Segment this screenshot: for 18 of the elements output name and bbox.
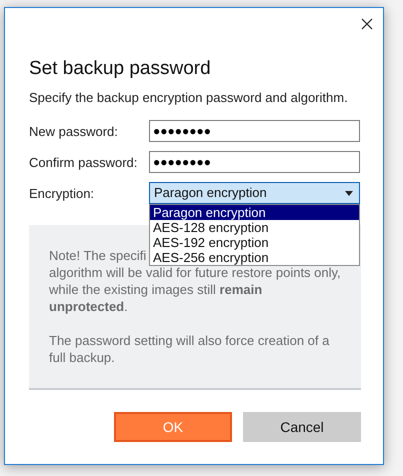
note-text: algorithm will be valid for future restore points only, while the existing images still remain unprotected. bbox=[49, 265, 341, 315]
dialog-title: Set backup password bbox=[29, 57, 212, 81]
password-field[interactable]: ●●●●●●●● bbox=[149, 120, 360, 142]
field-label: Encryption: bbox=[29, 186, 96, 200]
dropdown-option[interactable]: AES-192 encryption bbox=[150, 235, 359, 250]
cancel-button[interactable]: Cancel bbox=[243, 412, 361, 442]
caret-icon bbox=[345, 190, 353, 196]
dropdown-option[interactable]: AES-256 encryption bbox=[150, 250, 359, 265]
password-field[interactable]: ●●●●●●●● bbox=[149, 151, 360, 173]
dialog-description: Specify the backup encryption password and algorithm. bbox=[29, 90, 349, 105]
close-icon[interactable] bbox=[361, 18, 373, 30]
note-text: The password setting will also force creation of a full backup. bbox=[49, 332, 330, 366]
dropdown-option[interactable]: AES-128 encryption bbox=[150, 220, 359, 235]
encryption-dropdown[interactable]: Paragon encryption bbox=[149, 182, 360, 204]
field-label: New password: bbox=[29, 124, 119, 138]
dropdown-option[interactable]: Paragon encryption bbox=[150, 205, 359, 220]
note-text: Note! The specifi bbox=[49, 247, 146, 264]
field-label: Confirm password: bbox=[29, 154, 138, 170]
